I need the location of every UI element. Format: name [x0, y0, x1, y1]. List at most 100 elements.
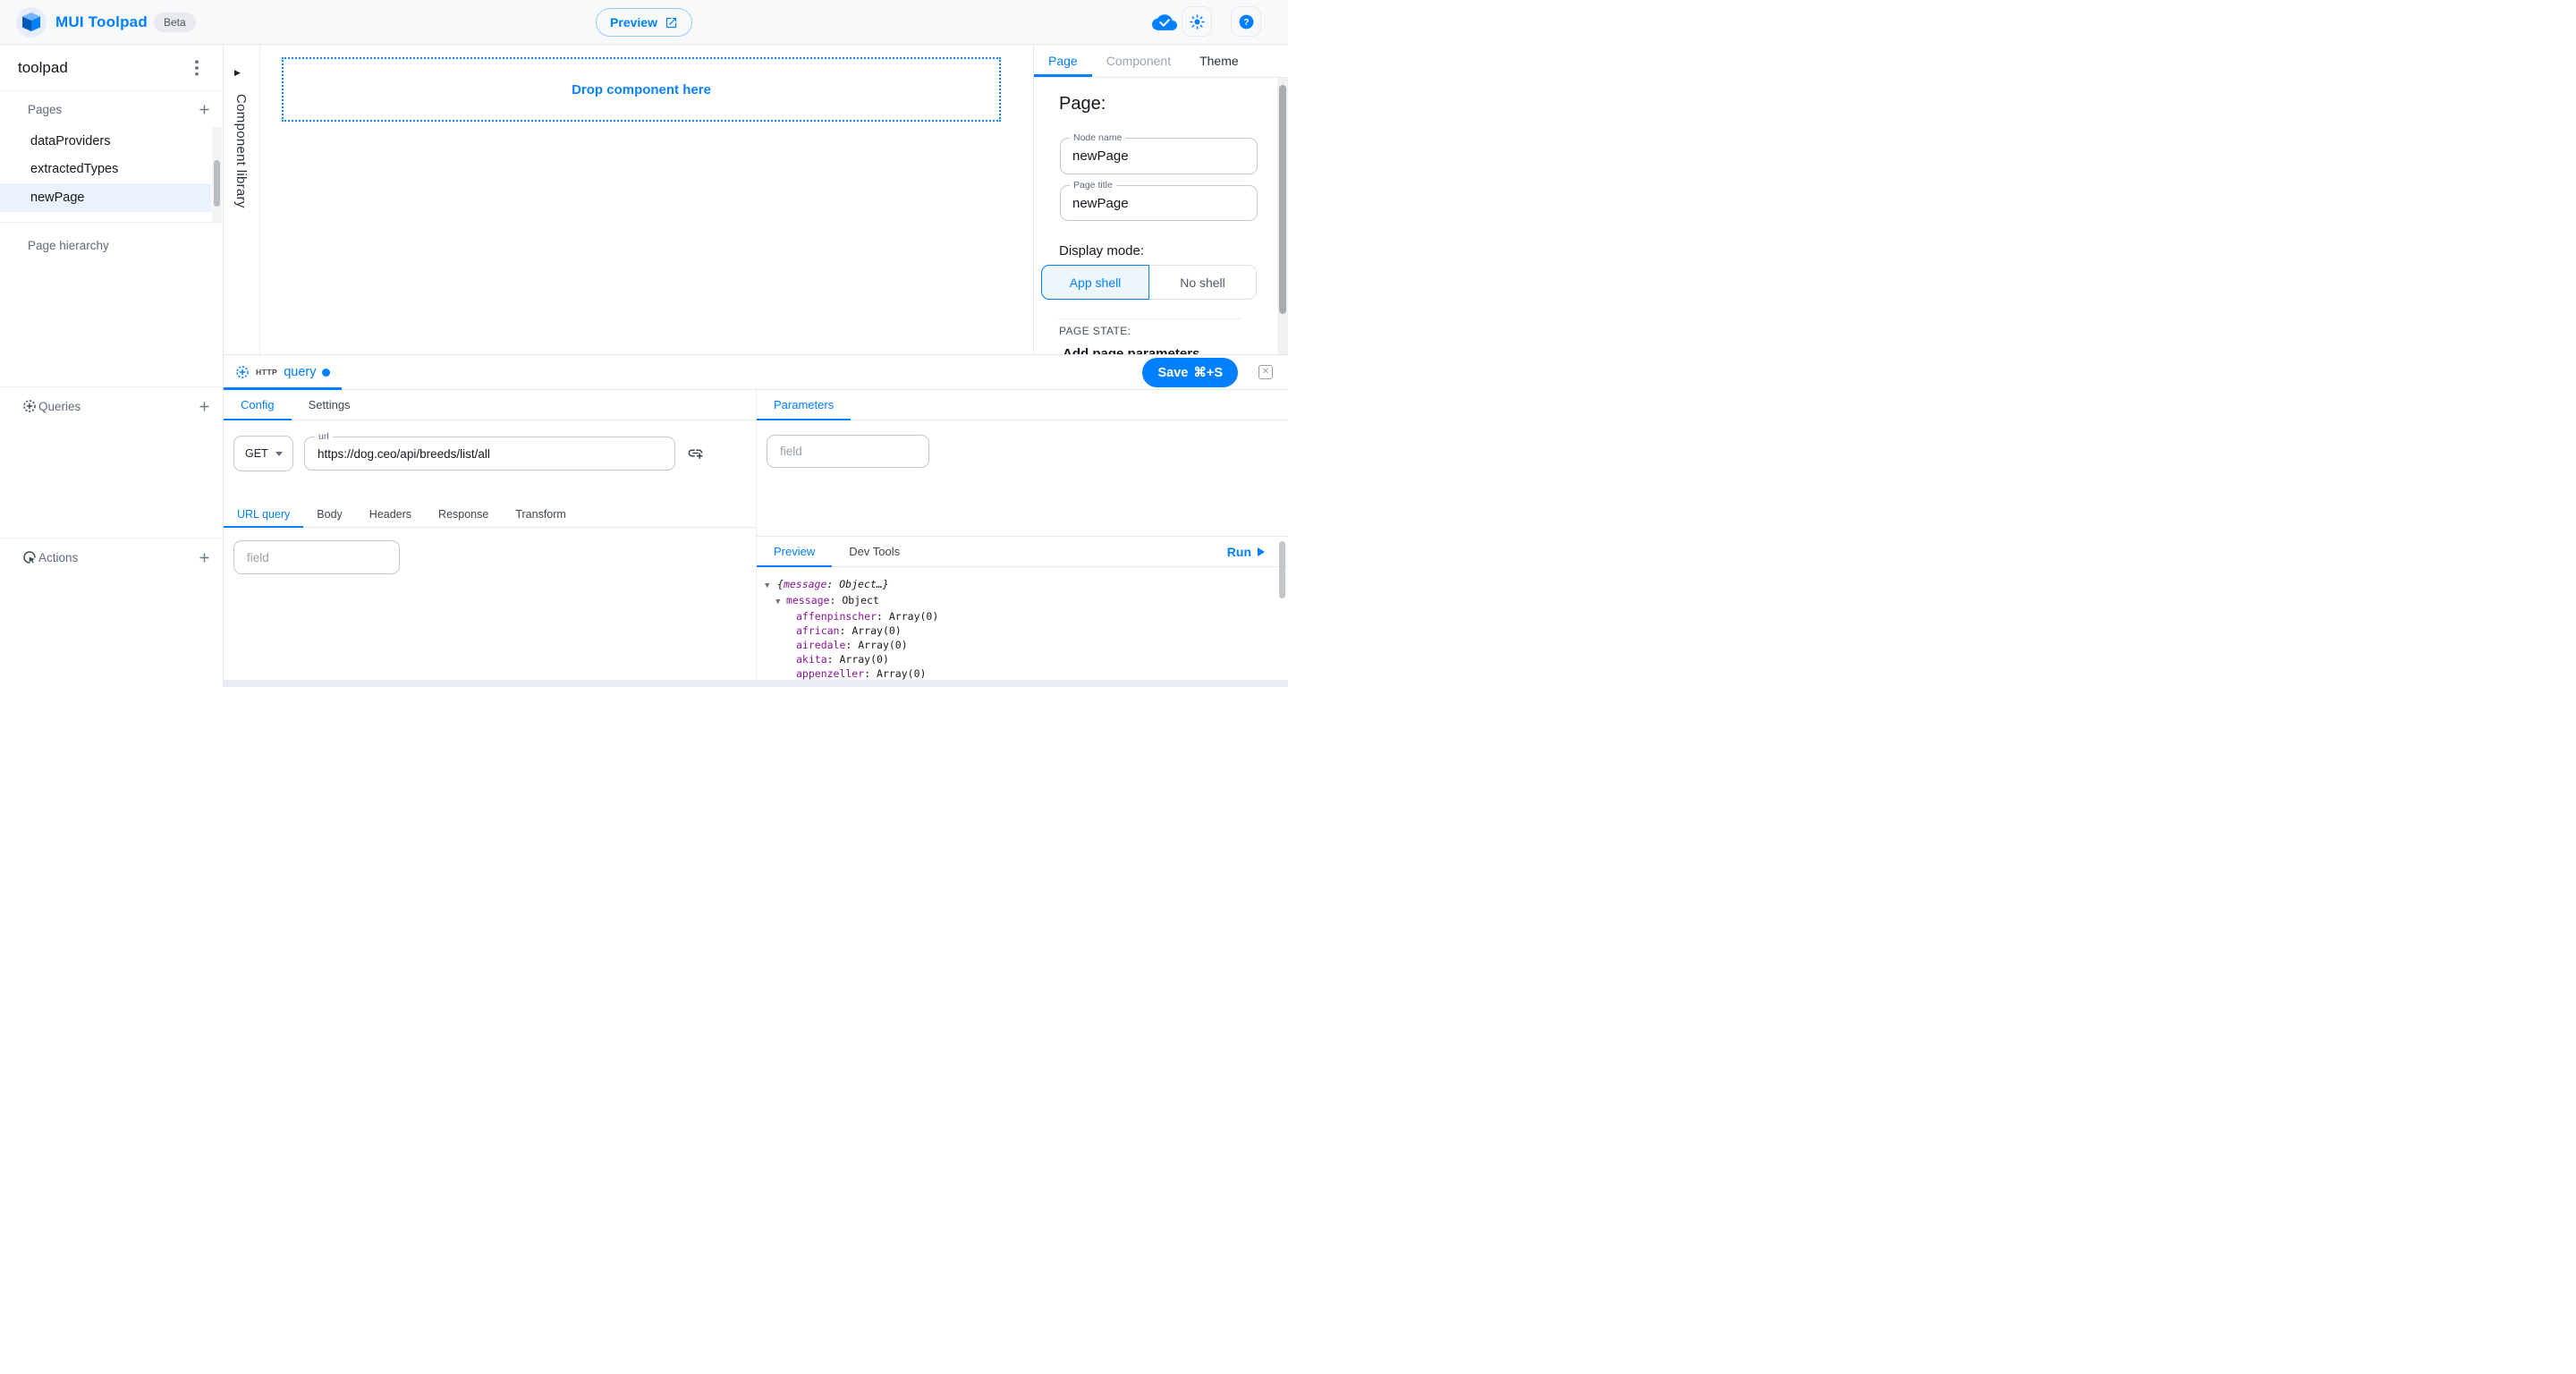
- page-list-item[interactable]: dataProviders: [0, 127, 211, 156]
- config-tab[interactable]: Config: [224, 390, 292, 420]
- mui-toolpad-app: MUI Toolpad Beta Preview: [0, 0, 1288, 687]
- url-field-value[interactable]: https://dog.ceo/api/breeds/list/all: [305, 437, 674, 470]
- node-name-value[interactable]: newPage: [1061, 139, 1257, 174]
- add-link-icon[interactable]: [687, 445, 704, 462]
- inspector-scrollbar[interactable]: [1277, 78, 1288, 354]
- inspector-heading: Page:: [1059, 94, 1106, 114]
- sidebar-divider: [0, 222, 223, 223]
- sidebar-scrollbar[interactable]: [212, 127, 222, 222]
- parameters-tab[interactable]: Parameters: [757, 390, 851, 420]
- actions-section-label: Actions: [38, 539, 78, 575]
- close-query-editor-icon[interactable]: ✕: [1258, 365, 1273, 379]
- query-results-section: Preview Dev Tools Run ▼{message: Object……: [757, 536, 1288, 687]
- queries-icon: [22, 399, 37, 413]
- run-query-button[interactable]: Run: [1227, 537, 1265, 567]
- inspector-divider: [1058, 318, 1241, 319]
- app-shell-toggle[interactable]: App shell: [1041, 265, 1149, 300]
- http-protocol-tag: HTTP: [256, 368, 277, 377]
- component-dropzone[interactable]: Drop component here: [282, 57, 1001, 122]
- json-tree-row[interactable]: akita: Array(0): [757, 652, 1275, 666]
- dropzone-hint: Drop component here: [572, 82, 711, 98]
- url-field[interactable]: url https://dog.ceo/api/breeds/list/all: [304, 437, 675, 471]
- no-shell-toggle[interactable]: No shell: [1149, 265, 1257, 300]
- json-tree-row[interactable]: ▼message: Object: [757, 593, 1275, 609]
- json-response-tree: ▼{message: Object…} ▼message: Object aff…: [757, 567, 1275, 687]
- component-library-label: Component library: [233, 94, 249, 208]
- add-query-button[interactable]: [195, 397, 213, 415]
- save-button[interactable]: Save ⌘+S: [1142, 358, 1238, 387]
- play-icon: [1258, 547, 1265, 556]
- inspector-tab[interactable]: Theme: [1185, 45, 1253, 77]
- request-tab[interactable]: Response: [425, 501, 502, 527]
- page-title-field[interactable]: Page title newPage: [1060, 185, 1258, 221]
- help-icon: ?: [1238, 13, 1255, 30]
- query-tab-label: query: [284, 365, 316, 379]
- toolpad-logo: [16, 7, 47, 38]
- request-tab[interactable]: Transform: [502, 501, 580, 527]
- add-page-button[interactable]: [195, 100, 213, 118]
- unsaved-changes-dot: [322, 369, 330, 377]
- results-tab[interactable]: Dev Tools: [832, 537, 917, 566]
- beta-badge: Beta: [154, 13, 196, 32]
- save-button-label: Save: [1157, 366, 1188, 380]
- page-title-value[interactable]: newPage: [1061, 186, 1257, 220]
- component-library-panel-collapsed[interactable]: ▶ Component library: [224, 45, 260, 354]
- results-tab[interactable]: Preview: [757, 537, 832, 566]
- json-tree-row[interactable]: airedale: Array(0): [757, 638, 1275, 652]
- request-tab[interactable]: Headers: [356, 501, 425, 527]
- help-button[interactable]: ?: [1231, 6, 1261, 37]
- expand-arrow-icon[interactable]: ▼: [765, 579, 777, 593]
- sidebar-scrollbar-thumb[interactable]: [214, 160, 220, 207]
- display-mode-toggle: App shell No shell: [1041, 265, 1257, 300]
- url-query-field-input[interactable]: field: [233, 540, 400, 574]
- inspector-tabs: Page Component Theme: [1034, 45, 1288, 78]
- queries-section-header: Queries: [0, 388, 223, 424]
- http-method-value: GET: [234, 447, 268, 460]
- add-action-button[interactable]: [195, 548, 213, 566]
- json-tree-row[interactable]: appenzeller: Array(0): [757, 666, 1275, 681]
- node-name-field[interactable]: Node name newPage: [1060, 138, 1258, 174]
- light-mode-sun-icon: [1190, 14, 1205, 30]
- request-tabs: URL query Body Headers Response Transfor…: [224, 501, 756, 528]
- page-list-item[interactable]: extractedTypes: [0, 156, 211, 184]
- request-tab[interactable]: Body: [303, 501, 356, 527]
- app-header: MUI Toolpad Beta Preview: [0, 0, 1288, 45]
- query-tab[interactable]: HTTP query: [224, 355, 342, 389]
- actions-section-header: Actions: [0, 539, 223, 575]
- json-rows: ▼message: Object affenpinscher: Array(0)…: [757, 593, 1275, 687]
- json-root-row[interactable]: ▼{message: Object…}: [757, 577, 1275, 593]
- query-editor-panel: HTTP query Save ⌘+S ✕ Config Settings: [224, 354, 1288, 687]
- results-tabs-row: Preview Dev Tools Run: [757, 537, 1288, 567]
- inspector-scrollbar-thumb[interactable]: [1279, 85, 1286, 314]
- config-settings-tabs: Config Settings: [224, 390, 756, 420]
- page-hierarchy-label: Page hierarchy: [28, 227, 109, 263]
- node-name-label: Node name: [1070, 132, 1125, 143]
- query-parameters-column: Parameters field Preview Dev Tools: [756, 390, 1288, 687]
- project-name: toolpad: [18, 45, 68, 91]
- queries-section-label: Queries: [38, 388, 80, 424]
- url-field-label: url: [315, 431, 333, 442]
- theme-toggle-button[interactable]: [1182, 6, 1212, 37]
- deploy-status-cloud-icon[interactable]: [1150, 12, 1179, 33]
- toolpad-logo-icon: [22, 13, 40, 32]
- json-tree-row[interactable]: affenpinscher: Array(0): [757, 609, 1275, 623]
- request-tab[interactable]: URL query: [224, 501, 303, 527]
- inspector-tab[interactable]: Component: [1092, 45, 1185, 77]
- http-method-select[interactable]: GET: [233, 436, 293, 471]
- page-list-item[interactable]: newPage: [0, 183, 211, 212]
- expand-panel-arrow-icon[interactable]: ▶: [234, 68, 241, 78]
- json-tree-row[interactable]: african: Array(0): [757, 623, 1275, 638]
- sidebar-divider: [0, 386, 223, 387]
- preview-button[interactable]: Preview: [596, 8, 692, 37]
- project-menu-kebab-icon[interactable]: [187, 58, 207, 78]
- parameters-field-input[interactable]: field: [767, 435, 929, 468]
- results-scrollbar-thumb[interactable]: [1279, 541, 1285, 598]
- inspector-tab[interactable]: Page: [1034, 45, 1092, 77]
- query-config-column: Config Settings GET url https://dog.ceo/…: [224, 390, 756, 687]
- dropdown-caret-icon: [275, 452, 283, 456]
- horizontal-scrollbar-track[interactable]: [224, 680, 1288, 687]
- project-row: toolpad: [0, 45, 223, 91]
- config-tab[interactable]: Settings: [292, 390, 368, 420]
- add-page-parameters-button[interactable]: Add page parameters: [1063, 346, 1199, 354]
- expand-arrow-icon[interactable]: ▼: [775, 595, 786, 609]
